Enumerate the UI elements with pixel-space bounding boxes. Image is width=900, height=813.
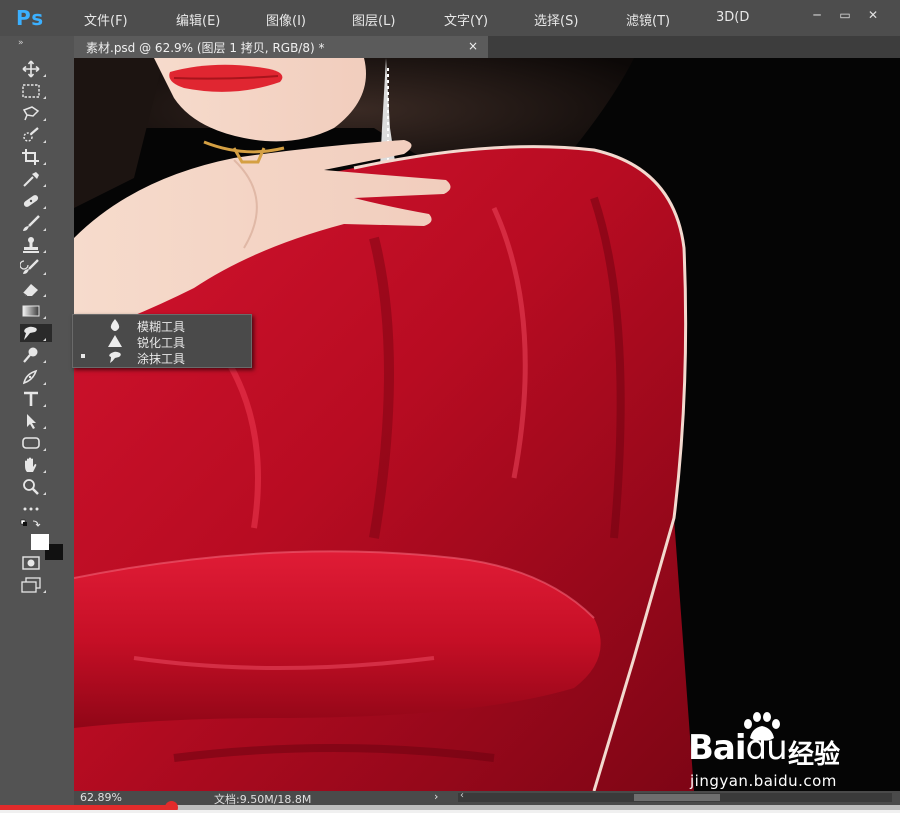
menu-3d[interactable]: 3D(D [716, 10, 749, 25]
screen-mode-icon[interactable] [20, 576, 52, 594]
status-menu-arrow-icon[interactable]: › [434, 790, 438, 803]
eyedropper-tool-icon[interactable] [20, 170, 52, 188]
document-canvas[interactable] [74, 58, 900, 791]
menu-filter[interactable]: 滤镜(T) [626, 10, 670, 29]
path-select-tool-icon[interactable] [20, 412, 52, 430]
move-tool-icon[interactable] [20, 60, 52, 78]
selected-bullet-icon [81, 354, 85, 358]
eraser-tool-icon[interactable] [20, 280, 52, 298]
type-tool-icon[interactable] [20, 390, 52, 408]
hand-tool-icon[interactable] [20, 456, 52, 474]
maximize-button[interactable]: ▭ [834, 6, 856, 24]
menu-layer[interactable]: 图层(L) [352, 10, 395, 29]
menu-bar: Ps 文件(F) 编辑(E) 图像(I) 图层(L) 文字(Y) 选择(S) 滤… [0, 0, 900, 36]
pen-tool-icon[interactable] [20, 368, 52, 386]
flyout-item-blur[interactable]: 模糊工具 [73, 317, 251, 334]
more-tools-icon[interactable] [20, 500, 52, 518]
quick-mask-icon[interactable] [20, 554, 52, 572]
watermark-url: jingyan.baidu.com [690, 772, 837, 790]
window-controls: ─ ▭ ✕ [806, 6, 886, 26]
history-brush-tool-icon[interactable] [20, 258, 52, 276]
canvas-photo [74, 58, 900, 791]
status-bar: 62.89% 文档:9.50M/18.8M › ‹ [74, 790, 900, 806]
zoom-level[interactable]: 62.89% [80, 791, 122, 804]
healing-brush-tool-icon[interactable] [20, 192, 52, 210]
close-document-icon[interactable]: × [468, 39, 478, 53]
sharpen-triangle-icon [108, 335, 122, 347]
menu-image[interactable]: 图像(I) [266, 10, 306, 29]
watermark-brand-bai: Bai [688, 728, 747, 768]
horizontal-scrollbar[interactable]: ‹ [458, 790, 892, 802]
minimize-button[interactable]: ─ [806, 6, 828, 24]
document-tab-bar: 素材.psd @ 62.9% (图层 1 拷贝, RGB/8) * × [74, 36, 900, 58]
dodge-tool-icon[interactable] [20, 346, 52, 364]
photoshop-window: Ps 文件(F) 编辑(E) 图像(I) 图层(L) 文字(Y) 选择(S) 滤… [0, 0, 900, 813]
menu-file[interactable]: 文件(F) [84, 10, 128, 29]
photoshop-logo: Ps [16, 6, 45, 30]
gradient-tool-icon[interactable] [20, 302, 52, 320]
shape-tool-icon[interactable] [20, 434, 52, 452]
collapse-toolbar-button[interactable]: » [18, 38, 23, 48]
menu-select[interactable]: 选择(S) [534, 10, 578, 29]
scrollbar-thumb[interactable] [634, 794, 720, 801]
crop-tool-icon[interactable] [20, 148, 52, 166]
marquee-tool-icon[interactable] [20, 82, 52, 100]
clone-stamp-tool-icon[interactable] [20, 236, 52, 254]
flyout-item-sharpen[interactable]: 锐化工具 [73, 333, 251, 350]
flyout-item-smudge-label: 涂抹工具 [137, 352, 186, 366]
scroll-left-icon[interactable]: ‹ [460, 790, 464, 801]
lasso-tool-icon[interactable] [20, 104, 52, 122]
zoom-tool-icon[interactable] [20, 478, 52, 496]
brush-tool-icon[interactable] [20, 214, 52, 232]
smudge-finger-icon [109, 351, 121, 363]
document-tab[interactable]: 素材.psd @ 62.9% (图层 1 拷贝, RGB/8) * × [74, 36, 488, 58]
baidu-jingyan-watermark: Baidu 经验 jingyan.baidu.com [688, 712, 868, 792]
flyout-item-smudge[interactable]: 涂抹工具 [73, 349, 251, 366]
blur-drop-icon [110, 319, 120, 331]
watermark-brand-du: du [745, 728, 788, 768]
tools-panel: » [14, 38, 70, 598]
menu-type[interactable]: 文字(Y) [444, 10, 488, 29]
smudge-tool-icon[interactable] [20, 324, 52, 342]
watermark-product: 经验 [788, 740, 841, 770]
close-window-button[interactable]: ✕ [862, 6, 884, 24]
tool-flyout-menu: 模糊工具 锐化工具 涂抹工具 [72, 314, 252, 368]
quick-select-tool-icon[interactable] [20, 126, 52, 144]
document-tab-title: 素材.psd @ 62.9% (图层 1 拷贝, RGB/8) * [86, 41, 325, 55]
watermark-brand: Baidu [688, 728, 788, 768]
menu-edit[interactable]: 编辑(E) [176, 10, 220, 29]
